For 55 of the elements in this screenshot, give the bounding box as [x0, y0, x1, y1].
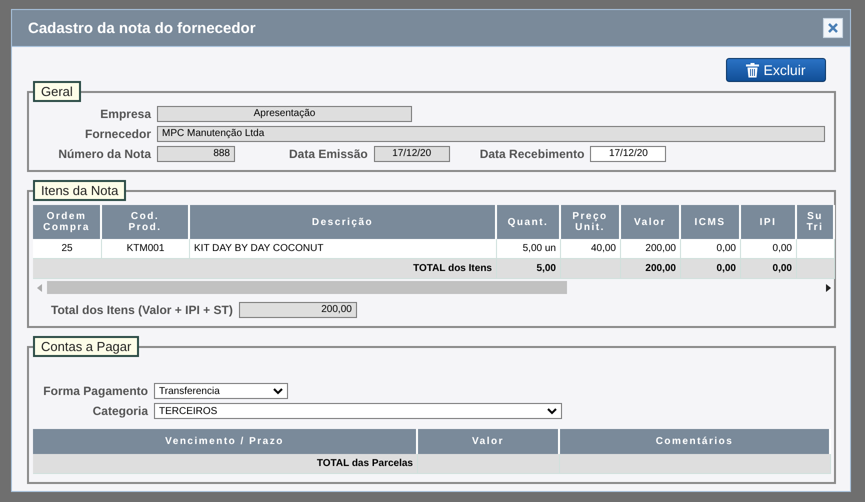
table-cell: 0,00	[681, 239, 741, 259]
table-cell: 0,00	[741, 239, 797, 259]
total-label: TOTAL das Parcelas	[33, 454, 418, 474]
total-cell: 0,00	[681, 259, 741, 279]
dialog-title: Cadastro da nota do fornecedor	[28, 20, 256, 36]
table-cell: 200,00	[621, 239, 681, 259]
delete-button[interactable]: Excluir	[726, 58, 826, 82]
field-label: Data Emissão	[289, 147, 368, 161]
column-header: Valor	[621, 205, 681, 239]
field-label: Data Recebimento	[480, 147, 584, 161]
section-legend: Contas a Pagar	[33, 336, 140, 357]
field-label: Número da Nota	[57, 147, 151, 161]
total-cell: 5,00	[497, 259, 561, 279]
chevron-down-icon	[547, 408, 557, 414]
field-label: Fornecedor	[84, 127, 151, 141]
close-button[interactable]	[823, 18, 843, 38]
field-label: Forma Pagamento	[42, 384, 148, 398]
column-header: Su Tri	[797, 205, 835, 239]
recebimento-field[interactable]: 17/12/20	[590, 146, 666, 162]
column-header: Cod. Prod.	[102, 205, 190, 239]
trash-icon	[746, 62, 760, 78]
fornecedor-field[interactable]: MPC Manutenção Ltda	[157, 126, 825, 142]
column-header: Quant.	[497, 205, 561, 239]
numero-field[interactable]: 888	[157, 146, 235, 162]
categoria-dropdown[interactable]: TERCEIROS	[154, 403, 562, 419]
scrollbar-thumb[interactable]	[47, 281, 567, 294]
section-legend: Itens da Nota	[33, 180, 126, 201]
section-legend: Geral	[33, 81, 81, 102]
scroll-right-icon[interactable]	[825, 284, 831, 292]
column-header: Ordem Compra	[33, 205, 102, 239]
close-icon	[828, 23, 838, 33]
column-header: Descrição	[190, 205, 497, 239]
emissao-field[interactable]: 17/12/20	[374, 146, 450, 162]
table-cell: KIT DAY BY DAY COCONUT	[190, 239, 497, 259]
field-label: Categoria	[92, 404, 148, 418]
table-cell: KTM001	[102, 239, 190, 259]
column-header: IPI	[741, 205, 797, 239]
column-header: Valor	[418, 429, 560, 454]
scroll-left-icon[interactable]	[37, 284, 43, 292]
column-header: Vencimento / Prazo	[33, 429, 418, 454]
chevron-down-icon	[273, 388, 283, 394]
total-cell: 200,00	[621, 259, 681, 279]
empresa-field[interactable]: Apresentação	[157, 106, 412, 122]
forma-pagamento-dropdown[interactable]: Transferencia	[154, 383, 288, 399]
total-field: 200,00	[238, 302, 357, 318]
table-cell: 25	[33, 239, 102, 259]
field-label: Empresa	[99, 107, 151, 121]
table-cell: 40,00	[561, 239, 621, 259]
column-header: Comentários	[560, 429, 831, 454]
table-cell: 5,00 un	[497, 239, 561, 259]
total-cell: 0,00	[741, 259, 797, 279]
field-label: Total dos Itens (Valor + IPI + ST)	[51, 303, 233, 317]
total-label: TOTAL dos Itens	[33, 259, 497, 279]
column-header: ICMS	[681, 205, 741, 239]
column-header: Preço Unit.	[561, 205, 621, 239]
